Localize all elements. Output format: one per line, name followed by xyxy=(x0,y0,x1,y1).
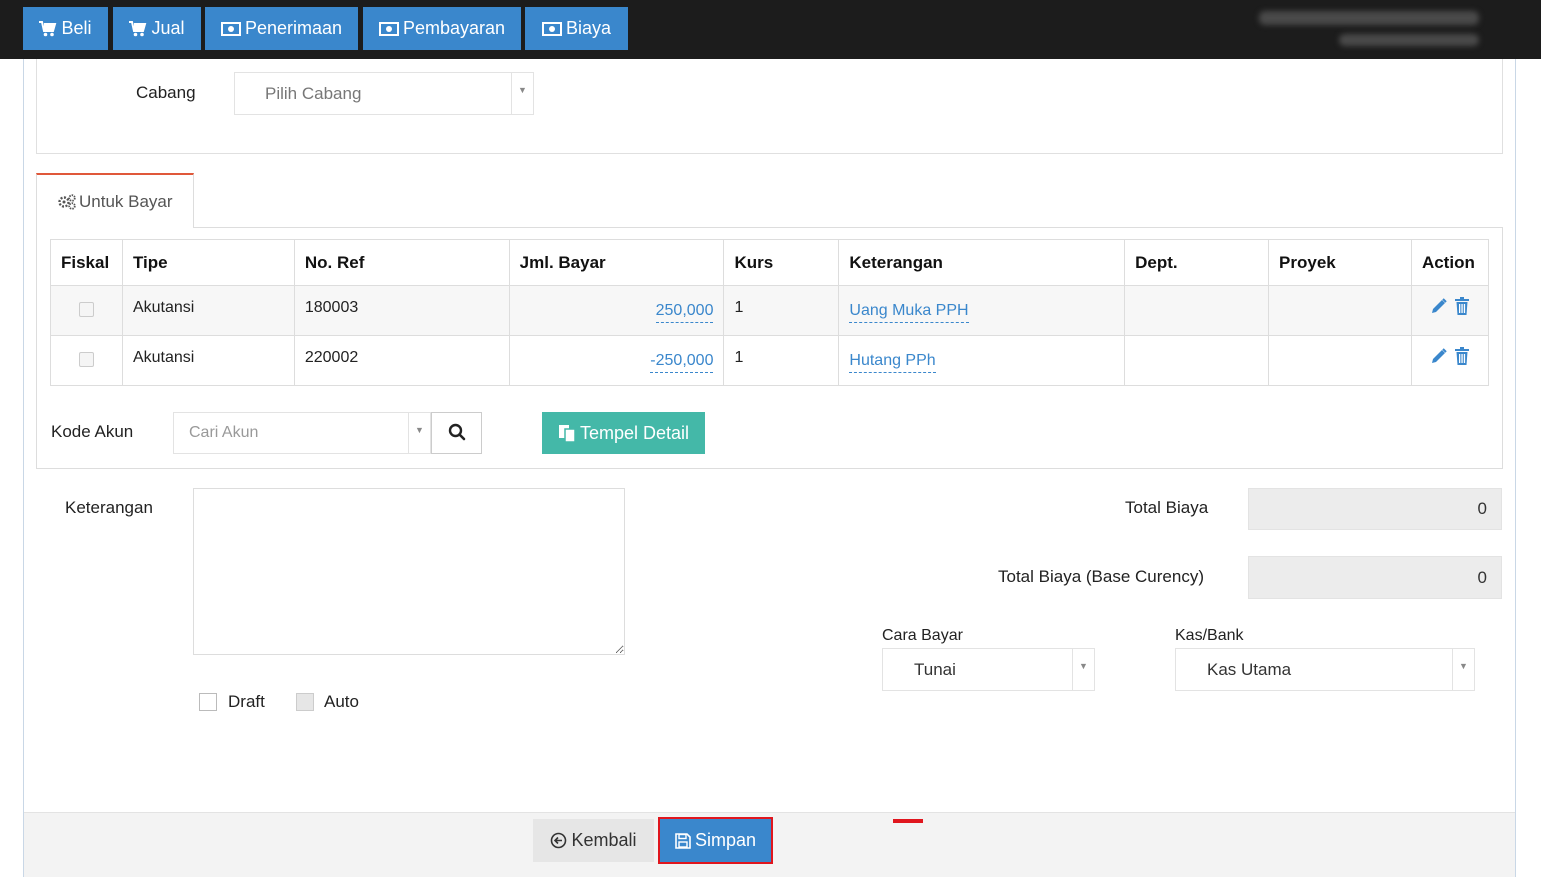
annotation-marker xyxy=(893,819,923,823)
col-header-proyek: Proyek xyxy=(1268,239,1412,286)
total-base-value: 0 xyxy=(1477,567,1487,587)
draft-label: Draft xyxy=(228,692,265,711)
nav-biaya-label: Biaya xyxy=(565,18,612,38)
kode-akun-placeholder: Cari Akun xyxy=(189,424,259,441)
col-header-keterangan: Keterangan xyxy=(838,239,1126,286)
cabang-label: Cabang xyxy=(136,83,196,102)
col-header-fiskal: Fiskal xyxy=(50,239,123,286)
cell-dept xyxy=(1124,285,1270,336)
col-header-dept: Dept. xyxy=(1124,239,1270,286)
total-base-field: 0 xyxy=(1248,556,1502,599)
cart-icon xyxy=(39,20,57,37)
nav-jual-button[interactable]: Jual xyxy=(113,7,201,50)
detail-table: Fiskal Tipe No. Ref Jml. Bayar Kurs Kete… xyxy=(50,239,1490,386)
caret-down-icon: ▼ xyxy=(1452,649,1474,690)
keterangan-label: Keterangan xyxy=(65,498,153,517)
cell-kurs: 1 xyxy=(723,285,840,336)
caret-down-icon: ▼ xyxy=(1072,649,1094,690)
table-row: Akutansi 220002 -250,000 1 Hutang PPh xyxy=(50,335,1490,386)
kembali-label: Kembali xyxy=(571,830,637,850)
col-header-kurs: Kurs xyxy=(723,239,840,286)
caret-down-icon: ▼ xyxy=(511,73,533,114)
top-navbar: Beli Jual Penerimaan Pembayaran Biaya xyxy=(0,0,1541,59)
tab-untuk-bayar[interactable]: Untuk Bayar xyxy=(36,173,194,228)
cabang-placeholder: Pilih Cabang xyxy=(265,83,362,103)
nav-pembayaran-button[interactable]: Pembayaran xyxy=(363,7,521,50)
nav-jual-label: Jual xyxy=(151,18,185,38)
nav-penerimaan-label: Penerimaan xyxy=(244,18,343,38)
tab-label: Untuk Bayar xyxy=(79,191,173,211)
nav-penerimaan-button[interactable]: Penerimaan xyxy=(205,7,358,50)
keterangan-textarea[interactable] xyxy=(193,488,625,655)
cell-keterangan-editable[interactable]: Hutang PPh xyxy=(849,352,936,373)
kas-bank-label: Kas/Bank xyxy=(1175,627,1244,644)
money-icon xyxy=(378,21,399,36)
gears-icon xyxy=(57,193,77,210)
auto-checkbox[interactable] xyxy=(296,693,314,711)
cart-icon xyxy=(129,20,147,37)
cara-bayar-select[interactable]: Tunai ▼ xyxy=(882,648,1095,691)
cell-jml-bayar-editable[interactable]: -250,000 xyxy=(650,352,714,373)
nav-beli-button[interactable]: Beli xyxy=(23,7,108,50)
total-biaya-value: 0 xyxy=(1477,499,1487,518)
simpan-label: Simpan xyxy=(694,830,757,850)
nav-pembayaran-label: Pembayaran xyxy=(402,18,506,38)
save-icon xyxy=(675,832,691,849)
arrow-left-circle-icon xyxy=(550,832,567,849)
cabang-select[interactable]: Pilih Cabang ▼ xyxy=(234,72,534,115)
cell-jml-bayar-editable[interactable]: 250,000 xyxy=(655,302,714,323)
col-header-action: Action xyxy=(1410,239,1490,286)
table-row: Akutansi 180003 250,000 1 Uang Muka PPH xyxy=(50,285,1490,336)
trash-icon[interactable] xyxy=(1454,297,1470,320)
total-biaya-label: Total Biaya xyxy=(1125,498,1209,517)
cell-kurs: 1 xyxy=(723,335,840,386)
col-header-tipe: Tipe xyxy=(121,239,295,286)
kode-akun-select[interactable]: Cari Akun ▼ xyxy=(173,412,431,454)
paste-icon xyxy=(558,424,576,443)
search-akun-button[interactable] xyxy=(431,412,482,454)
simpan-button[interactable]: Simpan xyxy=(658,817,773,864)
pencil-icon[interactable] xyxy=(1430,347,1448,370)
cell-no-ref: 180003 xyxy=(293,285,510,336)
total-biaya-field: 0 xyxy=(1248,488,1502,530)
kode-akun-label: Kode Akun xyxy=(51,422,134,441)
cell-keterangan-editable[interactable]: Uang Muka PPH xyxy=(849,302,969,323)
nav-biaya-button[interactable]: Biaya xyxy=(525,7,628,50)
auto-label: Auto xyxy=(324,692,359,711)
cell-proyek xyxy=(1268,335,1412,386)
total-base-label: Total Biaya (Base Curency) xyxy=(998,567,1204,586)
nav-beli-label: Beli xyxy=(61,18,92,38)
search-icon xyxy=(448,423,466,444)
kas-bank-select[interactable]: Kas Utama ▼ xyxy=(1175,648,1475,691)
fiskal-checkbox[interactable] xyxy=(78,352,94,367)
money-icon xyxy=(220,21,241,36)
cell-tipe: Akutansi xyxy=(121,335,295,386)
pencil-icon[interactable] xyxy=(1430,297,1448,320)
kembali-button[interactable]: Kembali xyxy=(533,819,654,862)
fiskal-checkbox[interactable] xyxy=(78,302,94,317)
col-header-jml-bayar: Jml. Bayar xyxy=(508,239,725,286)
table-header-row: Fiskal Tipe No. Ref Jml. Bayar Kurs Kete… xyxy=(50,239,1490,286)
caret-down-icon: ▼ xyxy=(408,413,430,453)
cara-bayar-label: Cara Bayar xyxy=(882,627,963,644)
tempel-detail-label: Tempel Detail xyxy=(579,422,690,443)
cara-bayar-value: Tunai xyxy=(914,659,956,679)
cell-tipe: Akutansi xyxy=(121,285,295,336)
trash-icon[interactable] xyxy=(1454,347,1470,370)
kas-bank-value: Kas Utama xyxy=(1207,659,1292,679)
draft-checkbox[interactable] xyxy=(199,693,217,711)
col-header-no-ref: No. Ref xyxy=(293,239,510,286)
tempel-detail-button[interactable]: Tempel Detail xyxy=(542,412,705,454)
cell-proyek xyxy=(1268,285,1412,336)
user-info-blurred[interactable] xyxy=(1259,8,1479,52)
cell-dept xyxy=(1124,335,1270,386)
cell-no-ref: 220002 xyxy=(293,335,510,386)
money-icon xyxy=(541,21,562,36)
